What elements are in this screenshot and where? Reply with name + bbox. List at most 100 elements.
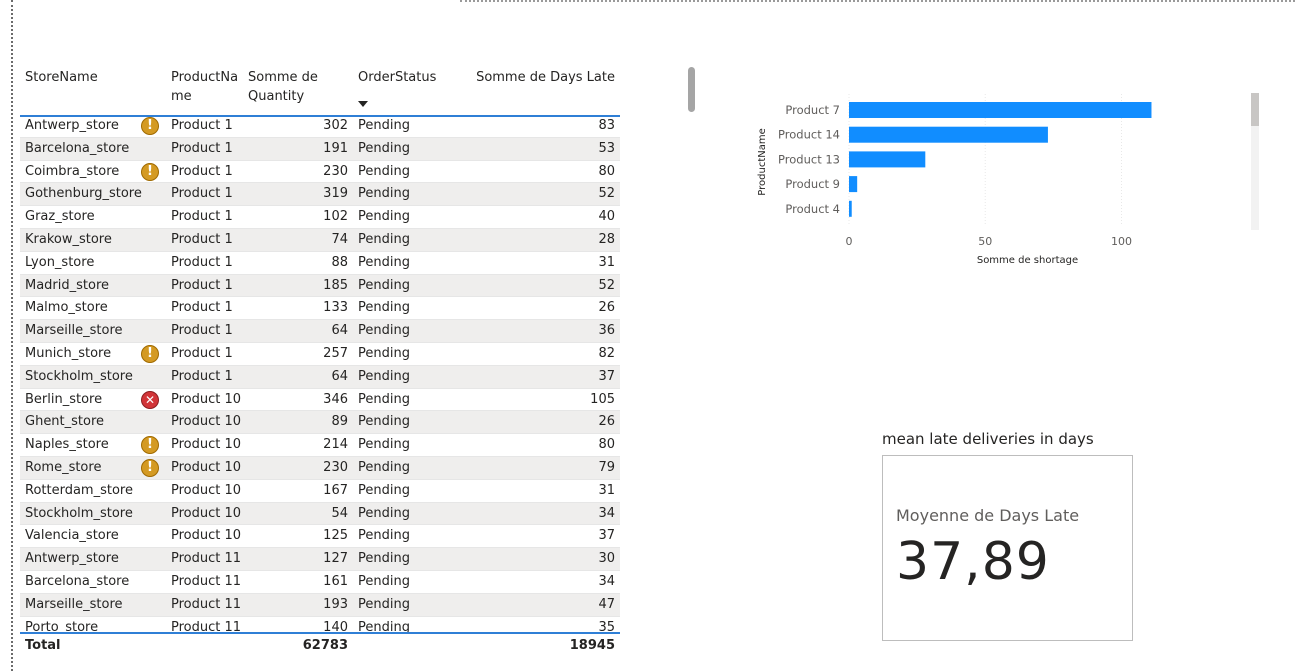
cell-days-late: 31	[598, 254, 615, 270]
report-top-border	[460, 0, 1295, 2]
cell-productname: Product 11	[171, 573, 242, 589]
cell-days-late: 37	[598, 528, 615, 544]
cell-productname: Product 11	[171, 619, 242, 632]
cell-productname: Product 1	[171, 368, 233, 384]
table-row[interactable]: Coimbra_store! Product 1 230 Pending 80	[20, 161, 620, 184]
table-row[interactable]: Ghent_store Product 10 89 Pending 26	[20, 411, 620, 435]
cell-orderstatus: Pending	[358, 391, 410, 407]
cell-storename: Ghent_store	[25, 414, 105, 430]
cell-days-late: 53	[598, 140, 615, 156]
table-row[interactable]: Naples_store! Product 10 214 Pending 80	[20, 434, 620, 457]
cell-productname: Product 1	[171, 186, 233, 202]
table-body: Antwerp_store! Product 1 302 Pending 83 Barce…	[20, 115, 620, 632]
cell-orderstatus: Pending	[358, 505, 410, 521]
table-row[interactable]: Antwerp_store! Product 1 302 Pending 83	[20, 115, 620, 138]
cell-storename: Naples_store	[25, 437, 109, 453]
table-scrollbar[interactable]	[688, 67, 695, 112]
cell-productname: Product 1	[171, 254, 233, 270]
cell-productname: Product 1	[171, 163, 233, 179]
table-row[interactable]: Munich_store! Product 1 257 Pending 82	[20, 343, 620, 366]
cell-storename: Rotterdam_store	[25, 482, 133, 498]
table-row[interactable]: Rotterdam_store Product 10 167 Pending 31	[20, 480, 620, 503]
cell-orderstatus: Pending	[358, 118, 410, 133]
cell-storename: Coimbra_store	[25, 163, 120, 179]
header-storename[interactable]: StoreName	[25, 68, 98, 87]
cell-quantity: 257	[323, 345, 348, 361]
cell-quantity: 319	[323, 186, 348, 202]
cell-quantity: 140	[323, 619, 348, 632]
cell-days-late: 83	[598, 118, 615, 133]
bar	[849, 126, 1048, 143]
cell-orderstatus: Pending	[358, 551, 410, 567]
cell-orderstatus: Pending	[358, 209, 410, 225]
cell-productname: Product 10	[171, 459, 242, 475]
warning-icon: !	[141, 162, 159, 181]
cell-quantity: 88	[331, 254, 348, 270]
cell-orderstatus: Pending	[358, 573, 410, 589]
table-row[interactable]: Stockholm_store Product 1 64 Pending 37	[20, 365, 620, 389]
cell-days-late: 34	[598, 505, 615, 521]
table-row[interactable]: Krakow_store Product 1 74 Pending 28	[20, 228, 620, 252]
cell-productname: Product 1	[171, 323, 233, 339]
cell-days-late: 31	[598, 482, 615, 498]
cell-productname: Product 10	[171, 391, 242, 407]
table-row[interactable]: Valencia_store Product 10 125 Pending 37	[20, 525, 620, 549]
table-row[interactable]: Madrid_store Product 1 185 Pending 52	[20, 274, 620, 298]
cell-orderstatus: Pending	[358, 186, 410, 202]
cell-productname: Product 1	[171, 345, 233, 361]
table-row[interactable]: Stockholm_store Product 10 54 Pending 34	[20, 502, 620, 526]
cell-productname: Product 10	[171, 505, 242, 521]
chart-scroll-thumb[interactable]	[1251, 93, 1259, 126]
cell-orderstatus: Pending	[358, 163, 410, 179]
cell-storename: Marseille_store	[25, 596, 123, 612]
warning-icon: !	[141, 436, 159, 455]
table-row[interactable]: Porto_store Product 11 140 Pending 35	[20, 617, 620, 632]
cell-quantity: 191	[323, 140, 348, 156]
table-row[interactable]: Marseille_store Product 1 64 Pending 36	[20, 320, 620, 343]
warning-icon: !	[141, 344, 159, 363]
category-label: Product 7	[785, 103, 840, 117]
cell-quantity: 214	[323, 437, 348, 453]
table-row[interactable]: Lyon_store Product 1 88 Pending 31	[20, 252, 620, 275]
total-quantity: 62783	[302, 638, 348, 653]
cell-days-late: 37	[598, 368, 615, 384]
header-quantity[interactable]: Somme de Quantity	[248, 68, 318, 106]
header-orderstatus[interactable]: OrderStatus	[358, 68, 436, 87]
cell-productname: Product 1	[171, 209, 233, 225]
cell-orderstatus: Pending	[358, 231, 410, 247]
sort-descending-icon[interactable]	[358, 101, 368, 107]
cell-orderstatus: Pending	[358, 414, 410, 430]
kpi-card[interactable]: Moyenne de Days Late 37,89	[882, 455, 1133, 641]
x-tick-label: 50	[978, 235, 992, 248]
table-row[interactable]: Graz_store Product 1 102 Pending 40	[20, 206, 620, 229]
table-row[interactable]: Gothenburg_store Product 1 319 Pending 52	[20, 183, 620, 207]
cell-quantity: 230	[323, 459, 348, 475]
table-row[interactable]: Barcelona_store Product 11 161 Pending 34	[20, 571, 620, 594]
x-axis-title: Somme de shortage	[977, 255, 1078, 266]
cell-productname: Product 10	[171, 482, 242, 498]
table-row[interactable]: Rome_store! Product 10 230 Pending 79	[20, 456, 620, 480]
cell-quantity: 161	[323, 573, 348, 589]
table-row[interactable]: Antwerp_store Product 11 127 Pending 30	[20, 548, 620, 571]
cell-days-late: 26	[598, 300, 615, 316]
cell-quantity: 64	[331, 323, 348, 339]
category-label: Product 4	[785, 202, 840, 216]
cell-storename: Porto_store	[25, 619, 99, 632]
table-row[interactable]: Berlin_store ✕ Product 10 346 Pending 105	[20, 389, 620, 412]
cell-quantity: 133	[323, 300, 348, 316]
cell-orderstatus: Pending	[358, 437, 410, 453]
cell-storename: Berlin_store	[25, 391, 103, 407]
card-title: mean late deliveries in days	[882, 430, 1094, 448]
cell-orderstatus: Pending	[358, 323, 410, 339]
cell-orderstatus: Pending	[358, 459, 410, 475]
cell-quantity: 125	[323, 528, 348, 544]
table-row[interactable]: Marseille_store Product 11 193 Pending 47	[20, 593, 620, 617]
shortage-bar-chart[interactable]: 0 50 100 Product 7 Product 14 Product 13 Produ…	[752, 92, 1262, 272]
table-row[interactable]: Malmo_store Product 1 133 Pending 26	[20, 297, 620, 321]
orders-table[interactable]: StoreName ProductNa me Somme de Quantity O…	[20, 60, 625, 671]
header-days-late[interactable]: Somme de Days Late	[460, 68, 615, 87]
table-row[interactable]: Barcelona_store Product 1 191 Pending 53	[20, 137, 620, 161]
cell-days-late: 105	[590, 391, 615, 407]
header-productname[interactable]: ProductNa me	[171, 68, 238, 106]
cell-quantity: 102	[323, 209, 348, 225]
